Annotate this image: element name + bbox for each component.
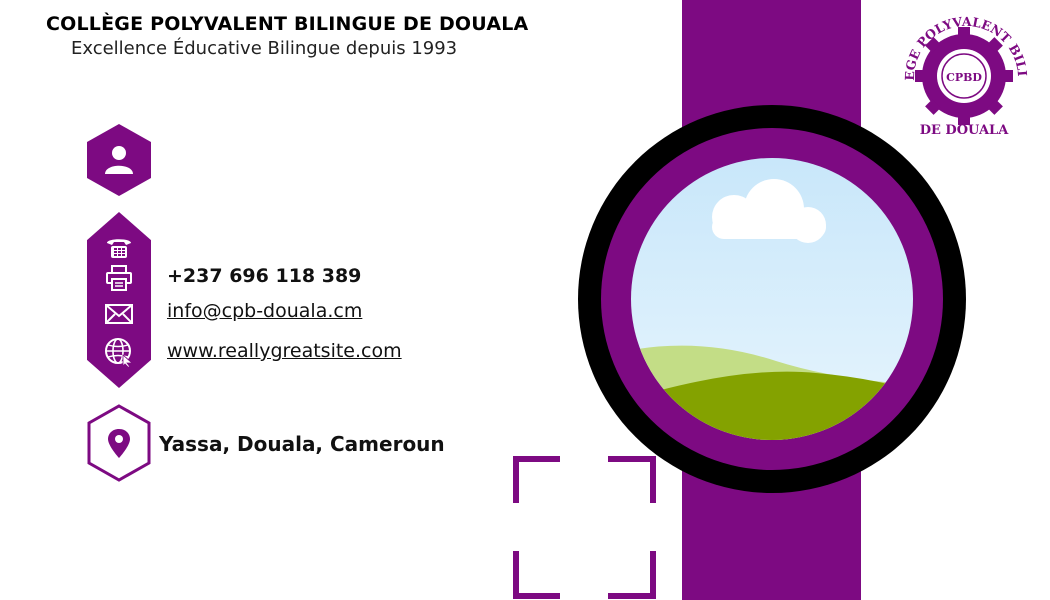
location-hexagon — [87, 404, 151, 482]
phone-number: +237 696 118 389 — [167, 265, 362, 287]
school-name: COLLÈGE POLYVALENT BILINGUE DE DOUALA — [46, 13, 529, 35]
corner-brackets — [513, 456, 656, 599]
school-logo: COLLEGE POLYVALENT BILINGUE CPBD DE DOUA… — [892, 8, 1030, 138]
photo-frame — [578, 105, 966, 493]
globe-icon — [105, 338, 134, 368]
email-link[interactable]: info@cpb-douala.cm — [167, 300, 362, 322]
telephone-icon — [107, 239, 131, 258]
tagline: Excellence Éducative Bilingue depuis 199… — [71, 38, 458, 59]
website-link[interactable]: www.reallygreatsite.com — [167, 340, 402, 362]
fax-icon — [106, 265, 132, 291]
mail-icon — [105, 304, 133, 324]
address: Yassa, Douala, Cameroun — [159, 432, 445, 456]
logo-bottom-text: DE DOUALA — [920, 123, 1009, 138]
person-icon — [105, 146, 133, 174]
logo-monogram: CPBD — [946, 71, 982, 84]
